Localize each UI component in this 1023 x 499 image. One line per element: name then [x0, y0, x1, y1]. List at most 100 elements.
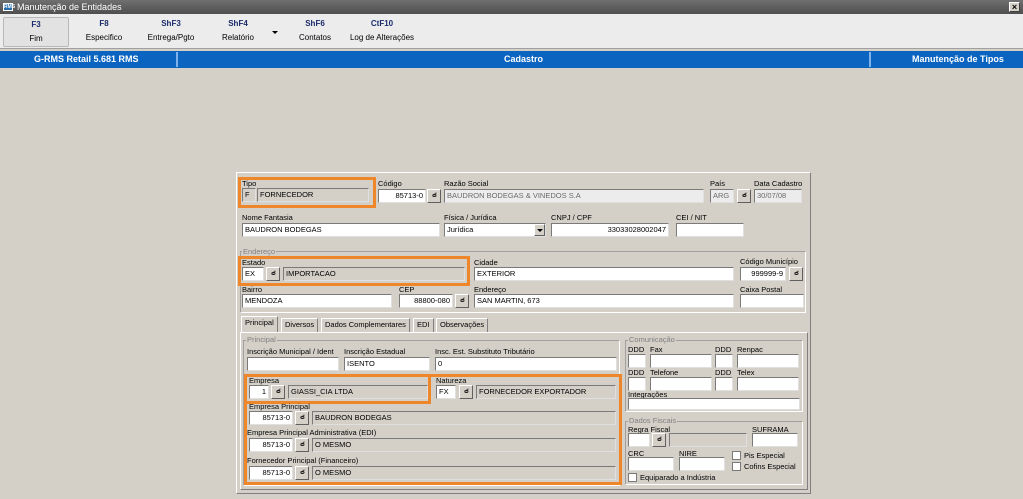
toolbar: F3 Fim F8 Especifico ShF3 Entrega/Pgto S…	[0, 14, 1023, 49]
renpac-label: Renpac	[737, 345, 763, 354]
razao-social-label: Razão Social	[444, 179, 489, 188]
toolbar-label: Contatos	[298, 33, 332, 42]
toolbar-button-relatorio[interactable]: ShF4 Relatório	[214, 17, 262, 47]
toolbar-button-contatos[interactable]: ShF6 Contatos	[290, 17, 340, 47]
pais-label: País	[710, 179, 726, 188]
toolbar-key: ShF6	[305, 19, 325, 28]
fisica-juridica-select[interactable]: Jurídica	[444, 223, 546, 237]
toolbar-label: Especifico	[85, 33, 123, 42]
ddd-label: DDD	[628, 345, 645, 354]
tab-edi[interactable]: EDI	[413, 318, 434, 332]
regra-fiscal-desc-field	[669, 433, 747, 447]
toolbar-label: Fim	[29, 34, 43, 43]
ddd-telex-field[interactable]	[715, 377, 733, 391]
ddd-renpac-field[interactable]	[715, 354, 733, 368]
caixa-postal-label: Caixa Postal	[740, 285, 783, 294]
endereco-label: Endereço	[474, 285, 507, 294]
suframa-field[interactable]	[752, 433, 798, 447]
toolbar-key: F8	[99, 19, 109, 28]
ddd-label: DDD	[715, 345, 732, 354]
codigo-municipio-field[interactable]: 999999-9	[740, 267, 786, 281]
cofins-especial-label: Cofins Especial	[744, 462, 796, 471]
razao-social-field[interactable]: BAUDRON BODEGAS & VINEDOS S.A	[444, 189, 704, 203]
window-title: Manutenção de Entidades	[17, 2, 122, 12]
bairro-field[interactable]: MENDOZA	[242, 294, 392, 308]
fax-label: Fax	[650, 345, 663, 354]
tab-dados-complementares[interactable]: Dados Complementares	[321, 318, 410, 332]
codigo-label: Código	[378, 179, 402, 188]
regra-fiscal-code-field[interactable]	[628, 433, 650, 447]
telefone-field[interactable]	[650, 377, 712, 391]
header-version: G-RMS Retail 5.681 RMS	[34, 54, 139, 64]
window-titlebar: RMS Manutenção de Entidades ×	[0, 0, 1023, 14]
pais-field[interactable]: ARG	[710, 189, 734, 203]
insc-estadual-label: Inscrição Estadual	[344, 347, 406, 356]
nome-fantasia-field[interactable]: BAUDRON BODEGAS	[242, 223, 440, 237]
fax-field[interactable]	[650, 354, 712, 368]
toolbar-key: F3	[31, 20, 41, 29]
nire-field[interactable]	[679, 457, 725, 471]
comunicacao-group-title: Comunicação	[628, 335, 676, 344]
tab-principal[interactable]: Principal	[241, 316, 278, 332]
data-cadastro-label: Data Cadastro	[754, 179, 803, 188]
ddd-label: DDD	[628, 368, 645, 377]
cofins-especial-checkbox[interactable]	[732, 462, 741, 471]
codigo-municipio-label: Código Município	[740, 257, 798, 266]
binoculars-search-icon[interactable]	[455, 294, 469, 308]
codigo-field[interactable]: 85713-0	[378, 189, 426, 203]
data-cadastro-field: 30/07/08	[754, 189, 802, 203]
dados-fiscais-group-title: Dados Fiscais	[628, 416, 678, 425]
binoculars-search-icon[interactable]	[652, 433, 666, 447]
telex-label: Telex	[737, 368, 755, 377]
binoculars-search-icon[interactable]	[789, 267, 803, 281]
highlight-estado	[238, 256, 470, 286]
cnpj-label: CNPJ / CPF	[551, 213, 592, 222]
cidade-field[interactable]: EXTERIOR	[474, 267, 734, 281]
chevron-down-icon[interactable]	[272, 31, 278, 34]
ddd-telefone-field[interactable]	[628, 377, 646, 391]
highlight-empresa-principal	[244, 374, 622, 485]
cei-label: CEI / NIT	[676, 213, 707, 222]
binoculars-search-icon[interactable]	[427, 189, 441, 203]
insc-estadual-field[interactable]: ISENTO	[344, 357, 430, 371]
toolbar-key: CtF10	[370, 19, 394, 28]
endereco-field[interactable]: SAN MARTIN, 673	[474, 294, 734, 308]
toolbar-button-especifico[interactable]: F8 Especifico	[78, 17, 130, 47]
ddd-fax-field[interactable]	[628, 354, 646, 368]
cnpj-field[interactable]: 33033028002047	[551, 223, 669, 237]
tab-diversos[interactable]: Diversos	[281, 318, 319, 332]
pis-especial-label: Pis Especial	[744, 451, 785, 460]
pis-especial-checkbox[interactable]	[732, 451, 741, 460]
cei-field[interactable]	[676, 223, 744, 237]
toolbar-button-log[interactable]: CtF10 Log de Alterações	[346, 17, 418, 47]
header-bar: G-RMS Retail 5.681 RMS Cadastro Manutenç…	[0, 51, 1023, 68]
cep-label: CEP	[399, 285, 415, 294]
toolbar-label: Log de Alterações	[349, 33, 415, 42]
header-separator	[869, 52, 871, 67]
cep-field[interactable]: 88800-080	[399, 294, 453, 308]
toolbar-label: Entrega/Pgto	[147, 33, 195, 42]
close-icon[interactable]: ×	[1009, 2, 1020, 12]
chevron-down-icon[interactable]	[534, 224, 545, 236]
cidade-label: Cidade	[474, 258, 498, 267]
telex-field[interactable]	[737, 377, 799, 391]
principal-group-title: Principal	[246, 335, 277, 344]
equiparado-industria-label: Equiparado a Indústria	[640, 473, 716, 482]
telefone-label: Telefone	[650, 368, 679, 377]
toolbar-label: Relatório	[221, 33, 254, 42]
crc-field[interactable]	[628, 457, 674, 471]
endereco-group-title: Endereço	[242, 247, 277, 256]
insc-st-field[interactable]: 0	[435, 357, 617, 371]
equiparado-industria-checkbox[interactable]	[628, 473, 637, 482]
tab-observacoes[interactable]: Observações	[436, 318, 489, 332]
header-title: Cadastro	[504, 54, 544, 64]
bairro-label: Bairro	[242, 285, 263, 294]
insc-municipal-field[interactable]	[247, 357, 339, 371]
renpac-field[interactable]	[737, 354, 799, 368]
toolbar-button-fim[interactable]: F3 Fim	[3, 17, 69, 47]
toolbar-button-entrega[interactable]: ShF3 Entrega/Pgto	[143, 17, 199, 47]
binoculars-search-icon[interactable]	[737, 189, 751, 203]
fisica-juridica-label: Física / Jurídica	[444, 213, 497, 222]
integracoes-field[interactable]	[628, 398, 800, 410]
caixa-postal-field[interactable]	[740, 294, 804, 308]
